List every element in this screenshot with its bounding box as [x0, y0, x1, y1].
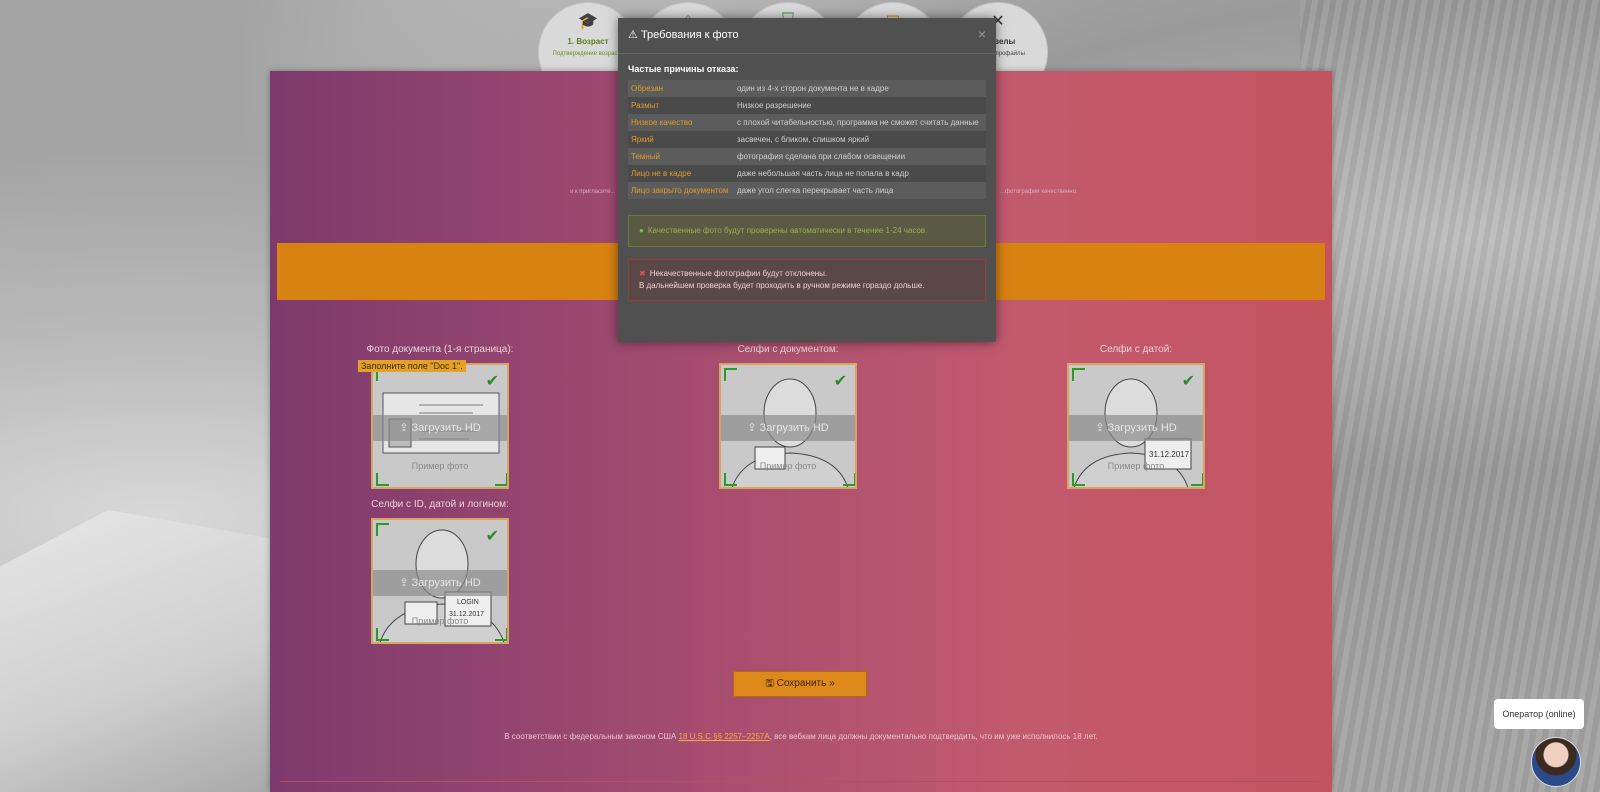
reason-value: фотография сделана при слабом освещении [737, 152, 906, 161]
close-icon[interactable]: × [978, 26, 986, 42]
law-link[interactable]: 18 U.S.C §§ 2257–2257A [679, 732, 770, 741]
background-paper [0, 510, 270, 792]
upload-selfie-doc-card[interactable]: ✔ ⇪ Загрузить HD Пример фото [719, 363, 857, 489]
upload-label: Селфи с ID, датой и логином: [371, 499, 509, 510]
upload-selfie-date-block: Селфи с датой: 31.12.2017 ✔ ⇪ Загрузить … [1056, 344, 1216, 489]
divider [280, 781, 1322, 782]
reason-key: Лицо закрыто документом [631, 186, 729, 195]
check-icon: ✔ [485, 373, 499, 390]
table-row: Размыт Низкое разрешение [628, 97, 986, 114]
reason-value: с плохой читабельностью, программа не см… [737, 118, 979, 127]
check-icon: ✔ [1181, 373, 1195, 390]
reason-key: Лицо не в кадре [631, 169, 692, 178]
check-icon: ✔ [485, 528, 499, 545]
save-button-label: Сохранить » [776, 678, 835, 689]
upload-hd-button[interactable]: ⇪ Загрузить HD [373, 570, 507, 596]
modal-title: Требования к фото [640, 29, 739, 41]
success-alert: ● Качественные фото будут проверены автом… [628, 215, 986, 247]
reason-value: даже угол слегка перекрывает часть лица [737, 186, 894, 195]
reason-key: Яркий [631, 135, 654, 144]
upload-button-label: Загрузить HD [411, 577, 481, 589]
reason-key: Размыт [631, 101, 660, 110]
upload-doc-card[interactable]: ✔ ⇪ Загрузить HD Пример фото [371, 363, 509, 489]
sample-caption: Пример фото [411, 461, 469, 471]
upload-selfie-doc-block: Селфи с документом: ✔ ⇪ Загрузить HD При… [708, 344, 868, 489]
table-row: Темный фотография сделана при слабом осве… [628, 148, 986, 165]
modal-header: ⚠ Требования к фото × [618, 18, 996, 54]
upload-button-label: Загрузить HD [411, 422, 481, 434]
table-row: Лицо закрыто документом даже угол слегка … [628, 182, 986, 199]
table-row: Низкое качество с плохой читабельностью, … [628, 114, 986, 131]
warning-icon: ⚠ [628, 29, 638, 41]
table-row: Лицо не в кадре даже небольшая часть лица… [628, 165, 986, 182]
rejection-reasons-table: Обрезан один из 4-х сторон документа не в… [628, 80, 986, 199]
upload-label: Селфи с датой: [1099, 344, 1173, 355]
background-hair [1300, 0, 1600, 792]
sample-login-text: LOGIN [457, 599, 479, 606]
error-alert: ✖ Некачественные фотографии будут отклоне… [628, 259, 986, 301]
table-row: Яркий засвечен, с бликом, слишком яркий [628, 131, 986, 148]
panel-hint-left: и к пригласите... [570, 189, 616, 195]
sample-caption: Пример фото [411, 616, 469, 626]
reason-value: засвечен, с бликом, слишком яркий [737, 135, 870, 144]
check-circle-icon: ● [639, 226, 644, 235]
upload-button-label: Загрузить HD [1107, 422, 1177, 434]
upload-selfie-id-date-login-block: Селфи с ID, датой и логином: LOGIN 31.12… [360, 499, 520, 644]
upload-button-label: Загрузить HD [759, 422, 829, 434]
error-alert-line1: Некачественные фотографии будут отклонен… [649, 269, 828, 278]
legal-text-after: , все вебкам лица должны документально п… [769, 732, 1098, 741]
photo-requirements-modal: ⚠ Требования к фото × Частые причины отк… [618, 18, 996, 342]
save-button[interactable]: 🖫 Сохранить » [733, 671, 867, 697]
table-row: Обрезан один из 4-х сторон документа не в… [628, 80, 986, 97]
sample-caption: Пример фото [1107, 461, 1165, 471]
panel-hint-right: ...фотографии качественно. [1000, 189, 1078, 195]
error-circle-icon: ✖ [639, 269, 646, 278]
upload-selfie-date-card[interactable]: 31.12.2017 ✔ ⇪ Загрузить HD Пример фото [1067, 363, 1205, 489]
upload-hd-button[interactable]: ⇪ Загрузить HD [721, 415, 855, 441]
upload-hd-button[interactable]: ⇪ Загрузить HD [373, 415, 507, 441]
sample-caption: Пример фото [759, 461, 817, 471]
upload-label: Селфи с документом: [737, 344, 839, 355]
modal-subtitle: Частые причины отказа: [628, 64, 739, 74]
upload-selfie-id-card[interactable]: LOGIN 31.12.2017 ✔ ⇪ Загрузить HD Пример… [371, 518, 509, 644]
operator-chat-bubble[interactable]: Оператор (online) [1494, 699, 1584, 729]
reason-key: Темный [631, 152, 661, 161]
upload-label: Фото документа (1-я страница): [366, 344, 514, 355]
floppy-disk-icon: 🖫 [765, 678, 774, 689]
operator-avatar[interactable] [1531, 737, 1581, 787]
upload-doc-block: Фото документа (1-я страница): ✔ ⇪ Загру… [358, 344, 520, 489]
legal-text-before: В соответствии с федеральным законом США [504, 732, 679, 741]
check-icon: ✔ [833, 373, 847, 390]
reason-key: Обрезан [631, 84, 664, 93]
reason-key: Низкое качество [631, 118, 693, 127]
error-alert-line2: В дальнейшем проверка будет проходить в … [639, 281, 925, 290]
reason-value: даже небольшая часть лица не попала в ка… [737, 169, 909, 178]
success-alert-text: Качественные фото будут проверены автома… [647, 226, 928, 235]
reason-value: Низкое разрешение [737, 101, 812, 110]
upload-hd-button[interactable]: ⇪ Загрузить HD [1069, 415, 1203, 441]
validation-tooltip: Заполните поле "Doc 1". [358, 360, 466, 372]
reason-value: один из 4-х сторон документа не в кадре [737, 84, 889, 93]
sample-date-text: 31.12.2017 [1149, 450, 1190, 459]
legal-notice: В соответствии с федеральным законом США… [270, 732, 1332, 741]
